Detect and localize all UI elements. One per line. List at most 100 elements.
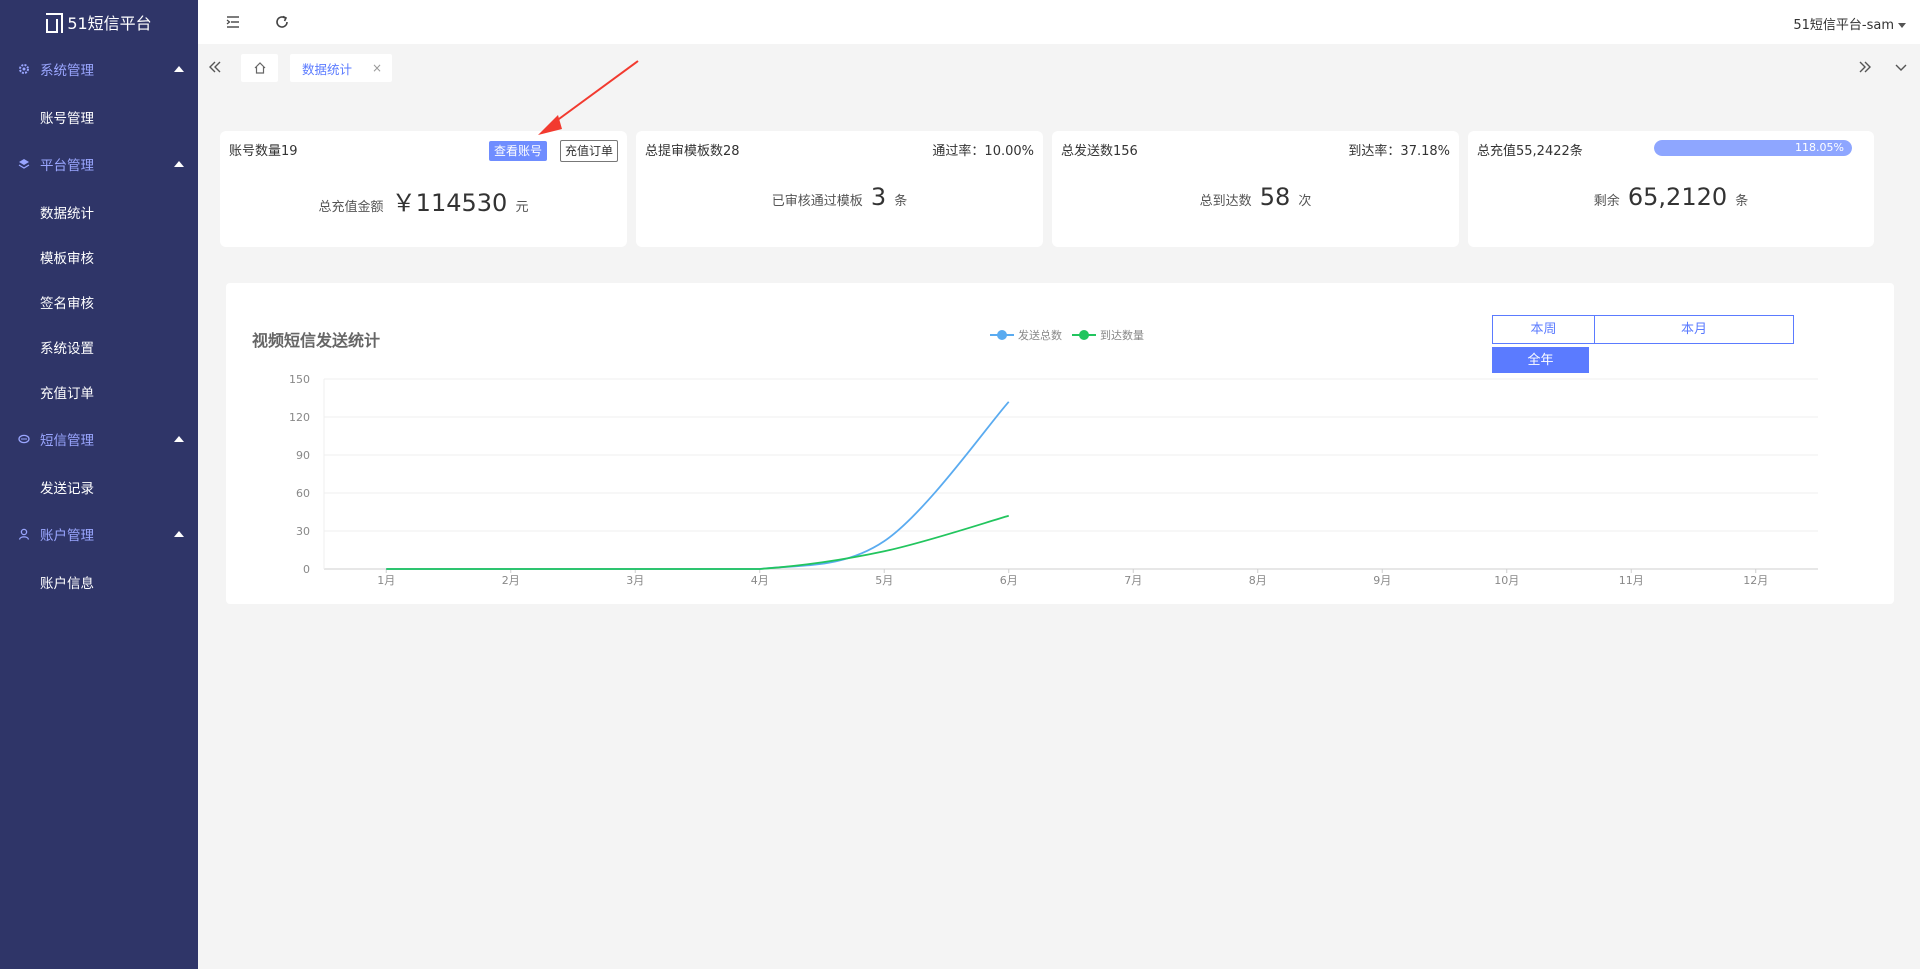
refresh-icon[interactable] — [274, 14, 290, 30]
sidebar-item-template-review[interactable]: 模板审核 — [0, 234, 198, 279]
legend-item[interactable]: 发送总数 — [990, 327, 1062, 343]
progress-text: 118.05% — [1795, 141, 1844, 154]
card-main-value: 58 — [1259, 183, 1291, 211]
chevron-up-icon — [174, 436, 184, 442]
card-main: 总充值金额 ￥114530 元 — [220, 183, 627, 218]
pass-rate: 通过率：10.00% — [932, 144, 1034, 159]
x-tick-label: 9月 — [1373, 574, 1391, 587]
card-main-unit: 元 — [515, 200, 529, 215]
card-main-label: 已审核通过模板 — [771, 194, 863, 209]
card-main-unit: 次 — [1298, 194, 1312, 209]
sidebar-group-system[interactable]: 系统管理 — [0, 44, 198, 94]
x-tick-label: 2月 — [502, 574, 520, 587]
sidebar-item-data-stats[interactable]: 数据统计 — [0, 189, 198, 234]
card-main-label: 剩余 — [1593, 194, 1620, 209]
scroll-left-icon[interactable] — [208, 60, 222, 74]
x-tick-label: 3月 — [626, 574, 644, 587]
card-title: 总提审模板数28 — [645, 144, 740, 159]
chevron-down-icon[interactable] — [1894, 61, 1908, 75]
chevron-up-icon — [174, 161, 184, 167]
card-sends: 总发送数156 到达率：37.18% 总到达数 58 次 — [1052, 131, 1459, 247]
sidebar-item-account-info[interactable]: 账户信息 — [0, 559, 198, 604]
x-tick-label: 10月 — [1494, 574, 1519, 587]
user-menu[interactable]: 51短信平台-sam — [1793, 14, 1906, 33]
user-name: 51短信平台-sam — [1793, 18, 1894, 33]
sidebar-group-account[interactable]: 账户管理 — [0, 509, 198, 559]
card-main: 剩余 65,2120 条 — [1468, 183, 1874, 211]
layers-icon — [18, 159, 30, 169]
y-tick-label: 120 — [289, 411, 310, 424]
x-tick-label: 11月 — [1619, 574, 1644, 587]
period-year-button[interactable]: 全年 — [1492, 347, 1589, 373]
card-accounts: 账号数量19 查看账号 充值订单 总充值金额 ￥114530 元 — [220, 131, 627, 247]
sidebar-group-label: 系统管理 — [40, 63, 94, 79]
recharge-progress: 118.05% — [1654, 140, 1852, 156]
sidebar-item-system-settings[interactable]: 系统设置 — [0, 324, 198, 369]
card-main-unit: 条 — [894, 194, 908, 209]
scroll-right-icon[interactable] — [1858, 60, 1872, 74]
chevron-up-icon — [174, 531, 184, 537]
arrival-rate: 到达率：37.18% — [1348, 144, 1450, 159]
x-tick-label: 8月 — [1249, 574, 1267, 587]
x-tick-label: 1月 — [377, 574, 395, 587]
gear-icon — [19, 64, 29, 74]
y-tick-label: 60 — [296, 487, 310, 500]
sidebar: 51短信平台 系统管理 账号管理 平台管理 数据统计 模板审核 签名审核 系统设… — [0, 0, 198, 969]
card-main-value: ￥114530 — [391, 189, 508, 217]
legend-item[interactable]: 到达数量 — [1072, 327, 1144, 343]
card-main-unit: 条 — [1735, 194, 1749, 209]
card-title: 账号数量19 — [229, 144, 298, 159]
tab-label: 数据统计 — [302, 61, 353, 77]
card-title: 总充值55,2422条 — [1477, 144, 1583, 159]
legend-marker — [1072, 330, 1096, 340]
series-line — [386, 514, 1009, 570]
sidebar-item-send-records[interactable]: 发送记录 — [0, 464, 198, 509]
sidebar-group-sms[interactable]: 短信管理 — [0, 414, 198, 464]
chart-panel: 视频短信发送统计 发送总数 到达数量 本周 本月 全年 0 30 60 90 120 15… — [226, 283, 1894, 604]
close-icon[interactable]: × — [372, 61, 382, 75]
sidebar-group-label: 平台管理 — [40, 158, 94, 174]
top-header: 51短信平台-sam — [198, 0, 1920, 44]
chevron-up-icon — [174, 66, 184, 72]
caret-down-icon — [1898, 23, 1906, 28]
card-main-label: 总到达数 — [1199, 194, 1252, 209]
home-icon — [254, 62, 265, 74]
message-icon — [18, 434, 30, 444]
sidebar-group-label: 账户管理 — [40, 528, 94, 544]
card-main: 已审核通过模板 3 条 — [636, 183, 1043, 211]
tab-data-stats[interactable]: 数据统计 × — [290, 54, 393, 82]
card-recharge: 总充值55,2422条 118.05% 剩余 65,2120 条 — [1468, 131, 1874, 247]
sidebar-group-platform[interactable]: 平台管理 — [0, 139, 198, 189]
annotation-arrow — [538, 60, 639, 135]
sidebar-group-label: 短信管理 — [40, 433, 94, 449]
legend-label: 到达数量 — [1100, 329, 1144, 342]
tab-bar: 数据统计 × — [198, 44, 1920, 90]
y-tick-label: 0 — [303, 563, 310, 576]
card-main-value: 3 — [870, 183, 887, 211]
x-tick-label: 12月 — [1743, 574, 1768, 587]
series-line — [386, 401, 1010, 570]
x-tick-label: 7月 — [1124, 574, 1142, 587]
y-tick-label: 150 — [289, 373, 310, 386]
card-title: 总发送数156 — [1061, 144, 1138, 159]
card-main-value: 65,2120 — [1627, 183, 1728, 211]
period-month-button[interactable]: 本月 — [1594, 315, 1794, 344]
progress-fill: 118.05% — [1654, 140, 1852, 156]
chart-legend: 发送总数 到达数量 — [990, 327, 1144, 343]
x-tick-label: 4月 — [751, 574, 769, 587]
x-tick-label: 5月 — [875, 574, 893, 587]
y-tick-label: 90 — [296, 449, 310, 462]
card-main-label: 总充值金额 — [318, 200, 384, 215]
legend-label: 发送总数 — [1018, 329, 1062, 342]
menu-fold-icon[interactable] — [225, 14, 241, 30]
sidebar-item-signature-review[interactable]: 签名审核 — [0, 279, 198, 324]
tab-home[interactable] — [241, 54, 278, 82]
sidebar-item-recharge-orders[interactable]: 充值订单 — [0, 369, 198, 414]
logo-icon — [46, 13, 64, 33]
user-icon — [18, 528, 30, 540]
x-tick-label: 6月 — [1000, 574, 1018, 587]
period-week-button[interactable]: 本周 — [1492, 315, 1595, 344]
sidebar-item-account-management[interactable]: 账号管理 — [0, 94, 198, 139]
chart-title: 视频短信发送统计 — [252, 331, 381, 350]
app-logo[interactable]: 51短信平台 — [0, 0, 198, 44]
